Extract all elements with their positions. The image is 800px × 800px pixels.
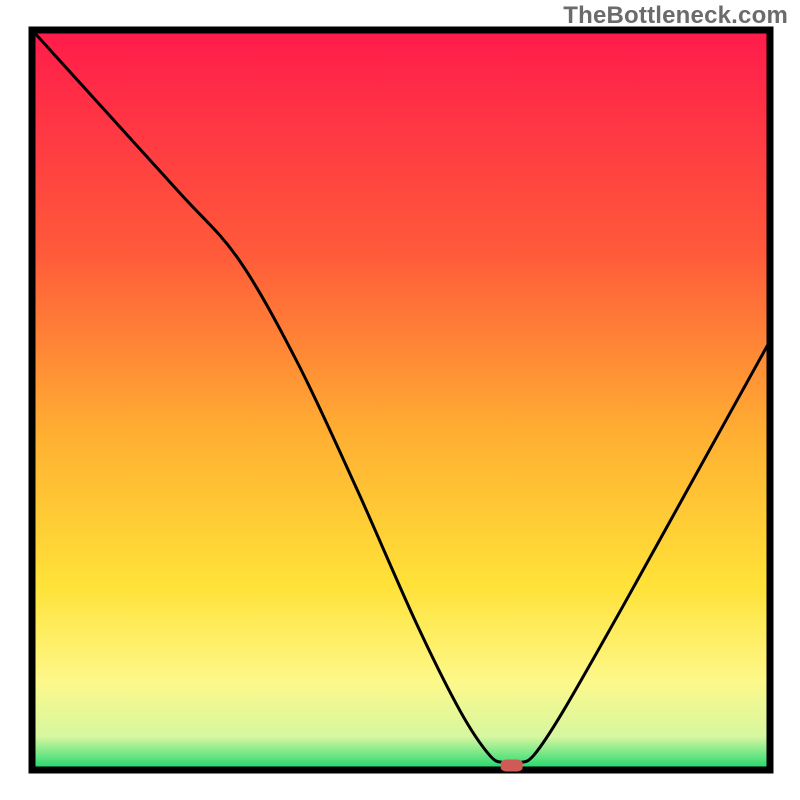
bottleneck-chart [0, 0, 800, 800]
gradient-background [32, 30, 770, 770]
watermark-text: TheBottleneck.com [563, 2, 788, 30]
chart-frame: TheBottleneck.com [0, 0, 800, 800]
min-marker [501, 760, 523, 772]
